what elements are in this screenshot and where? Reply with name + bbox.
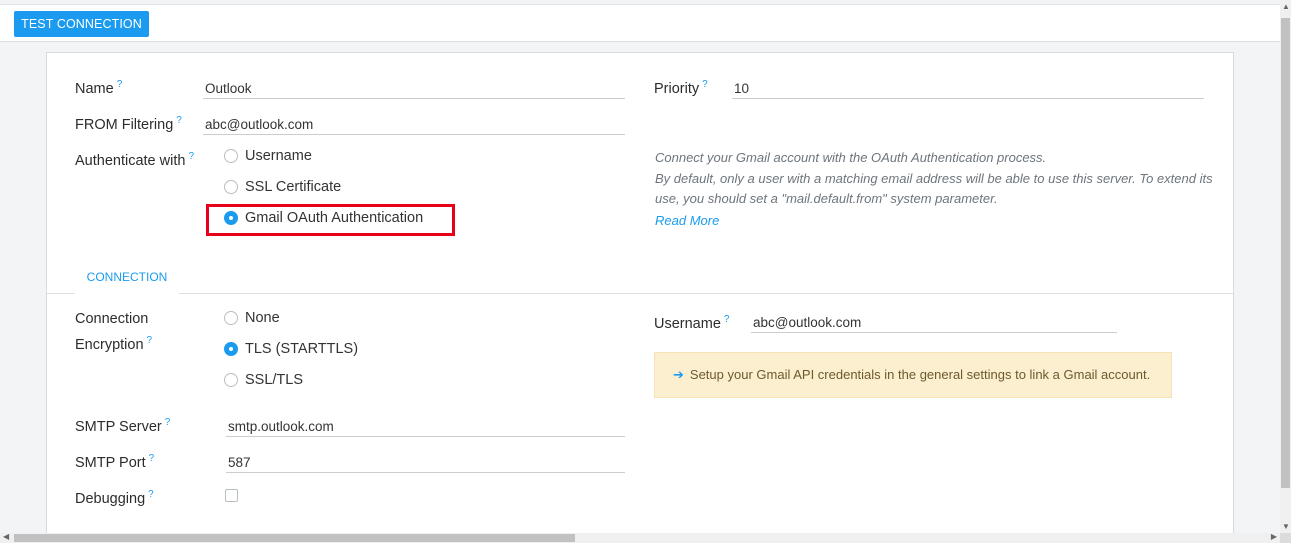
radio-unchecked-icon <box>224 149 238 163</box>
username-label: Username? <box>654 314 730 332</box>
gmail-setup-alert: ➔ Setup your Gmail API credentials in the… <box>654 352 1172 398</box>
username-input[interactable]: abc@outlook.com <box>751 311 1117 333</box>
help-icon[interactable]: ? <box>176 115 182 126</box>
scroll-down-icon[interactable]: ▼ <box>1282 522 1290 531</box>
help-icon[interactable]: ? <box>148 489 154 500</box>
smtp-port-input[interactable]: 587 <box>226 451 625 473</box>
help-icon[interactable]: ? <box>165 417 171 428</box>
debugging-checkbox[interactable] <box>225 489 238 502</box>
encryption-radio-none[interactable]: None <box>224 310 280 326</box>
help-icon[interactable]: ? <box>147 335 153 346</box>
test-connection-button[interactable]: TEST CONNECTION <box>14 11 149 37</box>
priority-input[interactable]: 10 <box>732 77 1204 99</box>
horizontal-scrollbar[interactable]: ◀ ▶ <box>0 532 1280 543</box>
authenticate-with-label: Authenticate with? <box>75 151 194 169</box>
name-input[interactable]: Outlook <box>203 77 625 99</box>
help-icon[interactable]: ? <box>724 314 730 325</box>
smtp-server-label: SMTP Server? <box>75 417 171 435</box>
auth-radio-ssl-certificate[interactable]: SSL Certificate <box>224 179 341 195</box>
smtp-server-input[interactable]: smtp.outlook.com <box>226 415 625 437</box>
radio-checked-icon <box>224 342 238 356</box>
debugging-label: Debugging? <box>75 489 154 507</box>
from-filtering-input[interactable]: abc@outlook.com <box>203 113 625 135</box>
help-icon[interactable]: ? <box>149 453 155 464</box>
vertical-scrollbar[interactable]: ▲ ▼ <box>1280 0 1291 533</box>
highlight-box <box>206 204 455 236</box>
oauth-hint-text: Connect your Gmail account with the OAut… <box>655 150 1213 206</box>
auth-radio-username[interactable]: Username <box>224 148 312 164</box>
name-label: Name? <box>75 79 123 97</box>
radio-unchecked-icon <box>224 373 238 387</box>
help-icon[interactable]: ? <box>702 79 708 90</box>
read-more-link[interactable]: Read More <box>655 213 719 228</box>
smtp-port-label: SMTP Port? <box>75 453 155 471</box>
radio-unchecked-icon <box>224 180 238 194</box>
priority-label: Priority? <box>654 79 708 97</box>
tab-divider <box>47 293 1233 294</box>
radio-unchecked-icon <box>224 311 238 325</box>
help-icon[interactable]: ? <box>188 151 194 162</box>
encryption-radio-tls[interactable]: TLS (STARTTLS) <box>224 341 358 357</box>
scroll-right-icon[interactable]: ▶ <box>1271 532 1277 541</box>
encryption-radio-ssl-tls[interactable]: SSL/TLS <box>224 372 303 388</box>
control-panel: TEST CONNECTION <box>0 5 1280 42</box>
scroll-up-icon[interactable]: ▲ <box>1282 2 1290 11</box>
horizontal-scroll-thumb[interactable] <box>14 534 575 542</box>
connection-encryption-label: Connection Encryption? <box>75 311 153 353</box>
tab-connection[interactable]: CONNECTION <box>75 262 179 294</box>
help-icon[interactable]: ? <box>117 79 123 90</box>
scroll-left-icon[interactable]: ◀ <box>3 532 9 541</box>
arrow-right-icon: ➔ <box>673 367 684 382</box>
scrollbar-corner <box>1280 533 1291 543</box>
vertical-scroll-thumb[interactable] <box>1281 18 1290 488</box>
from-filtering-label: FROM Filtering? <box>75 115 182 133</box>
